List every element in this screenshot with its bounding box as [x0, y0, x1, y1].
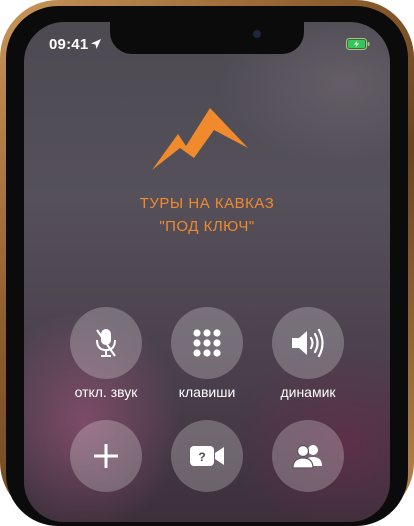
- facetime-video-icon: ?: [190, 446, 224, 466]
- speaker-icon: [292, 328, 324, 358]
- speaker-button[interactable]: [272, 307, 344, 379]
- keypad-icon: [193, 329, 221, 357]
- brand-subtagline: "ПОД КЛЮЧ": [159, 218, 255, 235]
- microphone-muted-icon: [96, 329, 116, 357]
- brand-tagline: ТУРЫ НА КАВКАЗ: [139, 195, 275, 212]
- notch: [110, 22, 304, 54]
- status-time: 09:41: [49, 36, 89, 53]
- facetime-button[interactable]: ?: [171, 420, 243, 492]
- speaker-label: динамик: [280, 384, 336, 400]
- keypad-button[interactable]: [171, 307, 243, 379]
- location-arrow-icon: [91, 39, 101, 49]
- battery-charging-icon: [346, 38, 370, 50]
- plus-icon: [94, 444, 118, 468]
- mountain-logo-icon: [152, 108, 248, 170]
- front-camera: [253, 30, 261, 38]
- contacts-icon: [292, 444, 322, 469]
- add-call-button[interactable]: [70, 420, 142, 492]
- keypad-label: клавиши: [178, 384, 236, 400]
- contacts-button[interactable]: [272, 420, 344, 492]
- mute-button[interactable]: [70, 307, 142, 379]
- svg-text:?: ?: [198, 450, 205, 464]
- mute-label: откл. звук: [74, 384, 138, 400]
